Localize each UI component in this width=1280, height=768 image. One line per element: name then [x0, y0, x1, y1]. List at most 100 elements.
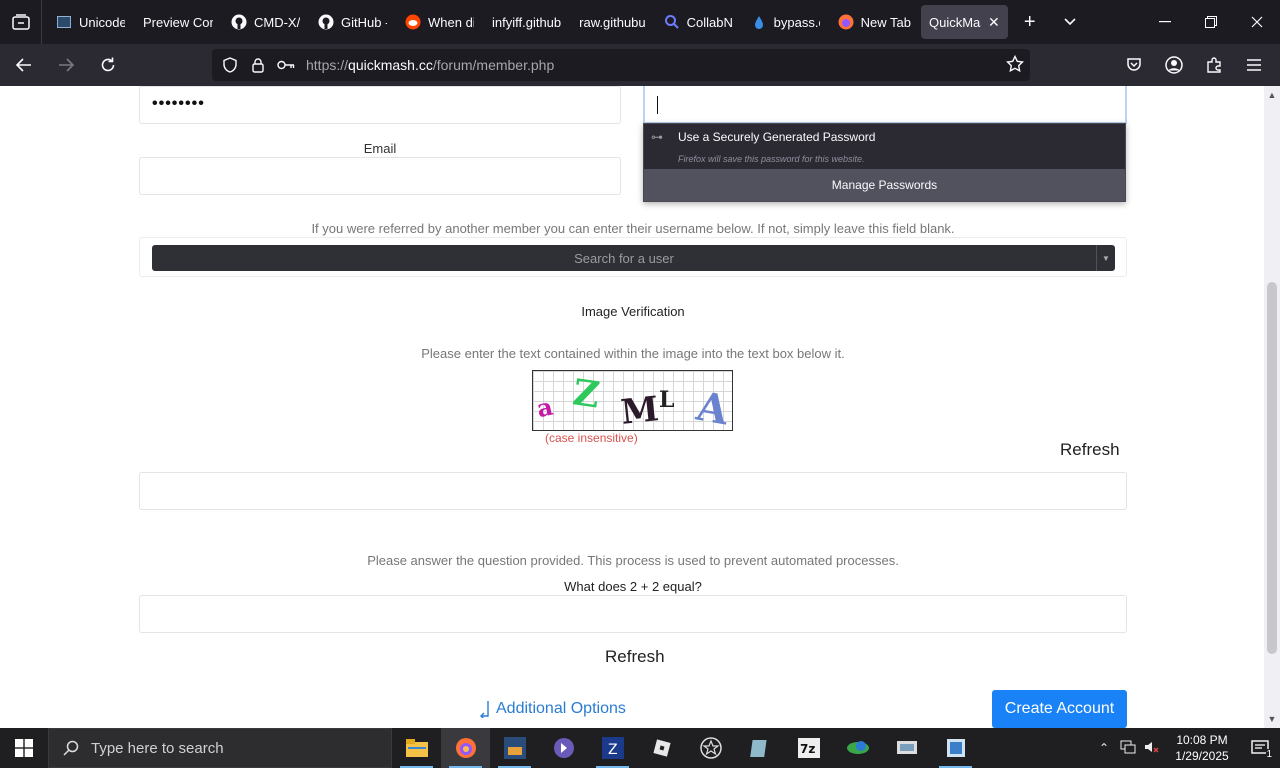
- scroll-up-arrow-icon[interactable]: ▲: [1264, 88, 1280, 102]
- taskbar-clock[interactable]: 10:08 PM 1/29/2025: [1164, 732, 1240, 764]
- arrow-down-left-icon: [480, 701, 489, 718]
- start-button[interactable]: [0, 728, 48, 768]
- windows-logo-icon: [15, 739, 33, 757]
- taskbar-apps: Z 7z: [392, 728, 980, 768]
- tab-label: QuickMas: [928, 14, 981, 30]
- restore-button[interactable]: [1188, 0, 1234, 44]
- network-icon[interactable]: [1116, 740, 1140, 757]
- page-content: •••••••• Email ⊶ Use a Securely Generate…: [0, 86, 1264, 728]
- chevron-up-icon[interactable]: ⌃: [1092, 741, 1116, 755]
- drop-favicon-icon: [751, 14, 767, 30]
- tab-unicode[interactable]: Unicode: [48, 5, 133, 39]
- firefox-view-button[interactable]: [0, 0, 42, 44]
- app-button[interactable]: [931, 728, 980, 768]
- app-icon: [749, 740, 767, 757]
- firefox-taskbar-button[interactable]: [441, 728, 490, 768]
- manage-passwords-button[interactable]: Manage Passwords: [644, 169, 1125, 201]
- additional-options-link[interactable]: Additional Options: [478, 700, 626, 718]
- tab-new-tab[interactable]: New Tab: [830, 5, 919, 39]
- close-tab-icon[interactable]: ✕: [988, 14, 1000, 31]
- tab-label: CollabNe: [686, 14, 733, 30]
- firefox-view-icon: [11, 14, 30, 30]
- extensions-button[interactable]: [1196, 49, 1232, 81]
- app-icon: [946, 739, 965, 757]
- app-button[interactable]: [539, 728, 588, 768]
- scroll-down-arrow-icon[interactable]: ▼: [1264, 712, 1280, 726]
- new-tab-button[interactable]: +: [1010, 5, 1050, 39]
- tab-quickmash[interactable]: QuickMas ✕: [920, 5, 1008, 39]
- tab-label: raw.githubu: [579, 14, 646, 30]
- referrer-container: Search for a user ▼: [139, 237, 1127, 277]
- star-app-button[interactable]: [686, 728, 735, 768]
- reddit-icon: [405, 14, 421, 30]
- captcha-input[interactable]: [139, 472, 1127, 510]
- puzzle-icon: [1207, 57, 1221, 73]
- password-mask: ••••••••: [152, 95, 205, 112]
- tab-cmd-x[interactable]: CMD-X/: [223, 5, 308, 39]
- tab-label: Preview Con: [143, 14, 213, 30]
- app-icon: [553, 738, 574, 758]
- 7zip-button[interactable]: 7z: [784, 728, 833, 768]
- tab-label: New Tab: [860, 14, 911, 30]
- dropdown-arrow-icon[interactable]: ▼: [1096, 245, 1115, 271]
- tab-collabnet[interactable]: CollabNe: [656, 5, 741, 39]
- generate-password-item[interactable]: ⊶ Use a Securely Generated Password Fire…: [644, 124, 1125, 169]
- image-verification-title: Image Verification: [581, 304, 685, 319]
- list-all-tabs-button[interactable]: [1050, 5, 1090, 39]
- app-icon: [846, 741, 869, 754]
- taskbar-search-box[interactable]: Type here to search: [48, 728, 392, 768]
- key-icon[interactable]: [272, 60, 300, 70]
- account-button[interactable]: [1156, 49, 1192, 81]
- tab-reddit[interactable]: When di: [397, 5, 482, 39]
- tab-github[interactable]: GitHub -: [310, 5, 395, 39]
- question-answer-input[interactable]: [139, 595, 1127, 633]
- terminal-favicon-icon: [56, 14, 72, 30]
- tab-infyiff[interactable]: infyiff.github: [484, 5, 569, 39]
- pocket-icon: [1127, 58, 1141, 71]
- app-button[interactable]: [833, 728, 882, 768]
- roblox-button[interactable]: [637, 728, 686, 768]
- confirm-password-field[interactable]: [643, 86, 1127, 124]
- app-menu-button[interactable]: [1236, 49, 1272, 81]
- window-controls: [1142, 0, 1280, 44]
- reload-button[interactable]: [90, 49, 126, 81]
- close-window-button[interactable]: [1234, 0, 1280, 44]
- scroll-thumb[interactable]: [1267, 282, 1277, 654]
- minimize-button[interactable]: [1142, 0, 1188, 44]
- create-account-button[interactable]: Create Account: [992, 690, 1127, 728]
- file-explorer-button[interactable]: [392, 728, 441, 768]
- page-scrollbar[interactable]: ▲ ▼: [1264, 86, 1280, 728]
- forward-button[interactable]: [48, 49, 84, 81]
- app-button[interactable]: [882, 728, 931, 768]
- game-app-button[interactable]: [490, 728, 539, 768]
- tab-raw-github[interactable]: raw.githubu: [571, 5, 654, 39]
- volume-muted-icon[interactable]: [1140, 740, 1164, 757]
- app-button[interactable]: [735, 728, 784, 768]
- app-icon: [896, 741, 917, 754]
- firefox-icon: [455, 738, 476, 758]
- pocket-button[interactable]: [1116, 49, 1152, 81]
- lock-icon[interactable]: [244, 57, 272, 73]
- tracking-protection-shield-icon[interactable]: [216, 57, 244, 73]
- url-bar[interactable]: https://quickmash.cc/forum/member.php: [212, 49, 1030, 81]
- app-button[interactable]: Z: [588, 728, 637, 768]
- github-icon: [318, 14, 334, 30]
- additional-options-label: Additional Options: [496, 700, 626, 717]
- file-explorer-icon: [405, 739, 428, 757]
- captcha-char: L: [659, 387, 675, 413]
- password-field[interactable]: ••••••••: [139, 86, 621, 124]
- firefox-icon: [838, 14, 854, 30]
- captcha-refresh-link[interactable]: Refresh: [1060, 440, 1120, 460]
- bookmark-star-icon[interactable]: [1005, 54, 1025, 78]
- star-app-icon: [699, 737, 722, 759]
- notification-center-button[interactable]: 1: [1240, 728, 1280, 768]
- navigation-toolbar: https://quickmash.cc/forum/member.php: [0, 44, 1280, 86]
- search-user-select[interactable]: Search for a user ▼: [152, 245, 1115, 271]
- back-button[interactable]: [6, 49, 42, 81]
- question-refresh-link[interactable]: Refresh: [605, 647, 665, 667]
- tab-preview[interactable]: Preview Con: [135, 5, 221, 39]
- captcha-char: M: [619, 389, 661, 431]
- tab-bypass[interactable]: bypass.c: [743, 5, 828, 39]
- tab-label: bypass.c: [773, 14, 820, 30]
- email-field[interactable]: [139, 157, 621, 195]
